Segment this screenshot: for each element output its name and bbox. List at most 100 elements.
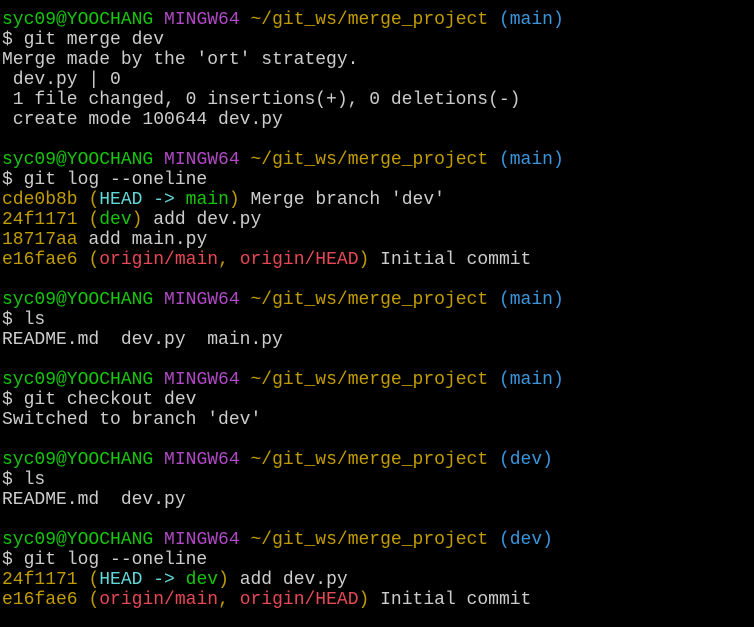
terminal-text-segment: cde0b8b bbox=[2, 190, 78, 210]
terminal-text-segment: ~/git_ws/merge_project bbox=[250, 290, 489, 310]
terminal-text-segment: syc09@YOOCHANG bbox=[2, 450, 154, 470]
terminal-text-segment: origin/main bbox=[99, 250, 219, 270]
terminal-text-segment: origin/HEAD bbox=[239, 250, 359, 270]
terminal-text-segment: syc09@YOOCHANG bbox=[2, 290, 154, 310]
terminal-text-segment: origin/main bbox=[99, 590, 219, 610]
terminal-text-segment: $ git checkout dev bbox=[2, 390, 197, 410]
terminal-text-segment: $ git merge dev bbox=[2, 30, 165, 50]
terminal-text-segment: , bbox=[218, 250, 240, 270]
terminal-text-segment: ( bbox=[88, 570, 100, 590]
terminal-text-segment: $ git log --oneline bbox=[2, 170, 208, 190]
terminal-text-segment: 18717aa bbox=[2, 230, 78, 250]
terminal-text-segment: Initial commit bbox=[369, 250, 532, 270]
prompt-line: syc09@YOOCHANG MINGW64 ~/git_ws/merge_pr… bbox=[2, 530, 754, 550]
terminal-text-segment: add dev.py bbox=[142, 210, 262, 230]
terminal-text-segment: (main) bbox=[498, 370, 564, 390]
terminal-text-segment: ( bbox=[88, 590, 100, 610]
terminal-text-segment: ) bbox=[358, 250, 370, 270]
command-line: $ git checkout dev bbox=[2, 390, 754, 410]
commit-line: e16fae6 (origin/main, origin/HEAD) Initi… bbox=[2, 590, 754, 610]
terminal-text-segment: syc09@YOOCHANG bbox=[2, 10, 154, 30]
commit-line: 24f1171 (HEAD -> dev) add dev.py bbox=[2, 570, 754, 590]
terminal-text-segment: 1 file changed, 0 insertions(+), 0 delet… bbox=[2, 90, 521, 110]
command-line: $ git merge dev bbox=[2, 30, 754, 50]
terminal-text-segment: ) bbox=[358, 590, 370, 610]
output-line: 1 file changed, 0 insertions(+), 0 delet… bbox=[2, 90, 754, 110]
commit-line: cde0b8b (HEAD -> main) Merge branch 'dev… bbox=[2, 190, 754, 210]
prompt-line: syc09@YOOCHANG MINGW64 ~/git_ws/merge_pr… bbox=[2, 150, 754, 170]
terminal-text-segment: e16fae6 bbox=[2, 250, 78, 270]
terminal-text-segment: syc09@YOOCHANG bbox=[2, 530, 154, 550]
terminal-text-segment: syc09@YOOCHANG bbox=[2, 370, 154, 390]
command-line: $ git log --oneline bbox=[2, 170, 754, 190]
prompt-line: syc09@YOOCHANG MINGW64 ~/git_ws/merge_pr… bbox=[2, 450, 754, 470]
terminal-text-segment: Merge branch 'dev' bbox=[239, 190, 445, 210]
terminal-text-segment: MINGW64 bbox=[164, 450, 240, 470]
terminal-text-segment: dev bbox=[99, 210, 132, 230]
terminal-text-segment: ) bbox=[131, 210, 143, 230]
terminal-text-segment: MINGW64 bbox=[164, 530, 240, 550]
prompt-line: syc09@YOOCHANG MINGW64 ~/git_ws/merge_pr… bbox=[2, 370, 754, 390]
terminal-text-segment: ~/git_ws/merge_project bbox=[250, 530, 489, 550]
terminal-text-segment: create mode 100644 dev.py bbox=[2, 110, 283, 130]
terminal-text-segment: (dev) bbox=[498, 530, 553, 550]
command-line: $ git log --oneline bbox=[2, 550, 754, 570]
terminal-text-segment: Switched to branch 'dev' bbox=[2, 410, 262, 430]
prompt-line: syc09@YOOCHANG MINGW64 ~/git_ws/merge_pr… bbox=[2, 290, 754, 310]
terminal-text-segment: ~/git_ws/merge_project bbox=[250, 10, 489, 30]
terminal-text-segment: MINGW64 bbox=[164, 370, 240, 390]
commit-line: 18717aa add main.py bbox=[2, 230, 754, 250]
terminal-text-segment: add main.py bbox=[77, 230, 208, 250]
terminal-text-segment: ~/git_ws/merge_project bbox=[250, 150, 489, 170]
terminal-text-segment: $ ls bbox=[2, 310, 46, 330]
terminal-text-segment: Merge made by the 'ort' strategy. bbox=[2, 50, 359, 70]
terminal-text-segment: ~/git_ws/merge_project bbox=[250, 370, 489, 390]
terminal-text-segment: HEAD -> bbox=[99, 570, 186, 590]
terminal-text-segment: syc09@YOOCHANG bbox=[2, 150, 154, 170]
terminal-text-segment: ) bbox=[228, 190, 240, 210]
terminal-text-segment: 24f1171 bbox=[2, 570, 78, 590]
terminal-text-segment: MINGW64 bbox=[164, 150, 240, 170]
terminal-text-segment: ( bbox=[88, 210, 100, 230]
output-line: README.md dev.py bbox=[2, 490, 754, 510]
output-line: README.md dev.py main.py bbox=[2, 330, 754, 350]
prompt-line: syc09@YOOCHANG MINGW64 ~/git_ws/merge_pr… bbox=[2, 10, 754, 30]
terminal-text-segment: main bbox=[185, 190, 229, 210]
terminal-text-segment: add dev.py bbox=[228, 570, 348, 590]
terminal-text-segment: origin/HEAD bbox=[239, 590, 359, 610]
terminal-text-segment: (main) bbox=[498, 290, 564, 310]
terminal-text-segment: (main) bbox=[498, 10, 564, 30]
terminal-text-segment: 24f1171 bbox=[2, 210, 78, 230]
output-line: Switched to branch 'dev' bbox=[2, 410, 754, 430]
terminal-output[interactable]: syc09@YOOCHANG MINGW64 ~/git_ws/merge_pr… bbox=[2, 10, 754, 627]
command-line: $ ls bbox=[2, 310, 754, 330]
terminal-text-segment: $ git log --oneline bbox=[2, 550, 208, 570]
terminal-text-segment: (dev) bbox=[498, 450, 553, 470]
terminal-text-segment: ) bbox=[218, 570, 229, 590]
commit-line: e16fae6 (origin/main, origin/HEAD) Initi… bbox=[2, 250, 754, 270]
output-line: dev.py | 0 bbox=[2, 70, 754, 90]
output-line: create mode 100644 dev.py bbox=[2, 110, 754, 130]
